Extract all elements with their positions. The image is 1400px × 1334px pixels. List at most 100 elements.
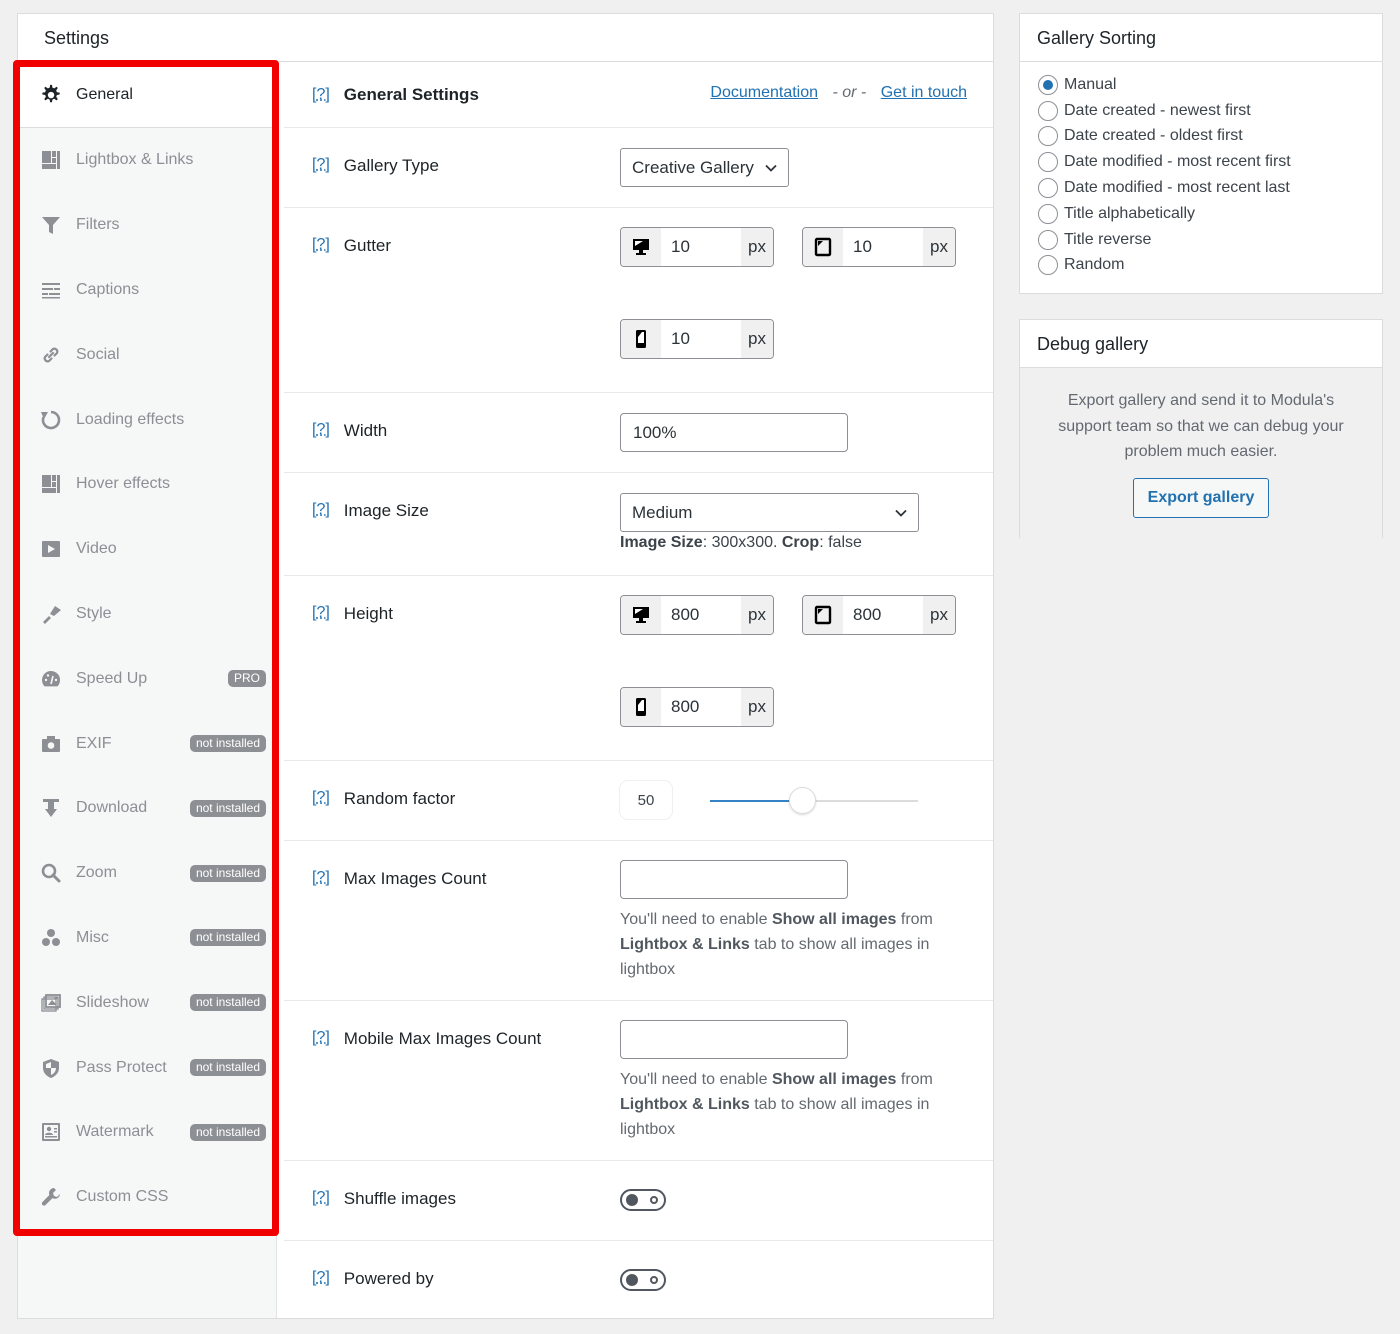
slideshow-icon — [38, 990, 64, 1016]
sort-option-label: Date modified - most recent first — [1064, 153, 1291, 171]
radio-button[interactable] — [1038, 229, 1058, 250]
sort-option[interactable]: Date modified - most recent first — [1020, 149, 1382, 175]
grid-icon — [38, 147, 64, 173]
sort-option[interactable]: Date created - oldest first — [1020, 124, 1382, 150]
px-unit: px — [923, 228, 955, 266]
sidebar-item-label: General — [76, 85, 133, 103]
help-link[interactable]: [?] — [312, 421, 330, 439]
help-link[interactable]: [?] — [312, 236, 330, 254]
gutter-tablet-value[interactable]: 10 — [843, 228, 923, 266]
gallery-type-select[interactable]: Creative Gallery — [620, 148, 789, 187]
not-installed-badge: not installed — [189, 1059, 266, 1077]
not-installed-badge: not installed — [189, 799, 266, 817]
desktop-icon — [633, 607, 649, 623]
not-installed-badge: not installed — [189, 864, 266, 882]
powered-by-toggle[interactable] — [620, 1269, 666, 1291]
random-factor-slider[interactable] — [710, 787, 918, 814]
documentation-link[interactable]: Documentation — [710, 84, 818, 101]
sort-option[interactable]: Date modified - most recent last — [1020, 175, 1382, 201]
help-link[interactable]: [?] — [312, 1029, 330, 1047]
gutter-row: [?] Gutter 10 px 10 px 10 px — [284, 208, 993, 393]
sidebar-item-captions[interactable]: Captions — [18, 258, 276, 323]
help-link[interactable]: [?] — [312, 501, 330, 519]
max-images-input[interactable] — [620, 860, 848, 899]
height-desktop-input[interactable]: 800 px — [620, 595, 774, 635]
height-tablet-value[interactable]: 800 — [843, 596, 923, 634]
sidebar-item-label: Hover effects — [76, 475, 170, 493]
help-link[interactable]: [?] — [312, 1269, 330, 1287]
sidebar-item-download[interactable]: Download not installed — [18, 776, 276, 841]
sort-option[interactable]: Random — [1020, 253, 1382, 279]
random-factor-value[interactable]: 50 — [620, 781, 672, 819]
sort-option[interactable]: Manual — [1020, 72, 1382, 98]
radio-button[interactable] — [1038, 178, 1058, 199]
powered-by-label: Powered by — [343, 1269, 434, 1288]
sidebar-item-label: Custom CSS — [76, 1188, 169, 1206]
slider-thumb[interactable] — [788, 787, 816, 814]
get-in-touch-link[interactable]: Get in touch — [881, 84, 967, 101]
height-desktop-value[interactable]: 800 — [661, 596, 741, 634]
px-unit: px — [741, 596, 773, 634]
gutter-desktop-input[interactable]: 10 px — [620, 227, 774, 267]
download-icon — [38, 795, 64, 821]
powered-by-row: [?] Powered by — [284, 1241, 993, 1321]
sort-option[interactable]: Date created - newest first — [1020, 98, 1382, 124]
height-tablet-input[interactable]: 800 px — [802, 595, 956, 635]
sidebar-item-slideshow[interactable]: Slideshow not installed — [18, 970, 276, 1035]
sidebar-item-hover-effects[interactable]: Hover effects — [18, 452, 276, 517]
sidebar-item-style[interactable]: Style — [18, 582, 276, 647]
radio-button[interactable] — [1038, 126, 1058, 147]
sidebar-item-social[interactable]: Social — [18, 322, 276, 387]
random-factor-row: [?] Random factor 50 — [284, 761, 993, 841]
sidebar-item-misc[interactable]: Misc not installed — [18, 906, 276, 971]
help-link[interactable]: [?] — [312, 86, 330, 104]
radio-button[interactable] — [1038, 100, 1058, 121]
sidebar-item-label: Misc — [76, 928, 109, 946]
sort-option-label: Manual — [1064, 75, 1117, 93]
gutter-mobile-value[interactable]: 10 — [661, 320, 741, 358]
sidebar-item-filters[interactable]: Filters — [18, 193, 276, 258]
sidebar-item-exif[interactable]: EXIF not installed — [18, 711, 276, 776]
sidebar-item-general[interactable]: General — [18, 62, 276, 128]
radio-button[interactable] — [1038, 255, 1058, 276]
px-unit: px — [923, 596, 955, 634]
sidebar-item-loading-effects[interactable]: Loading effects — [18, 387, 276, 452]
search-icon — [38, 860, 64, 886]
gutter-tablet-input[interactable]: 10 px — [802, 227, 956, 267]
mobile-icon — [636, 698, 646, 716]
help-link[interactable]: [?] — [312, 1189, 330, 1207]
settings-panel: Settings General Lightbox & Links Filters C… — [13, 13, 994, 1321]
sidebar-item-speed-up[interactable]: Speed Up PRO — [18, 646, 276, 711]
help-link[interactable]: [?] — [312, 789, 330, 807]
mobile-max-images-input[interactable] — [620, 1020, 848, 1059]
gutter-label: Gutter — [343, 236, 392, 255]
sort-option[interactable]: Title reverse — [1020, 227, 1382, 253]
sidebar-item-custom-css[interactable]: Custom CSS — [18, 1165, 276, 1230]
shield-icon — [38, 1055, 64, 1081]
height-mobile-input[interactable]: 800 px — [620, 687, 774, 727]
or-separator: - or - — [832, 84, 867, 101]
sidebar-item-video[interactable]: Video — [18, 517, 276, 582]
shuffle-toggle[interactable] — [620, 1189, 666, 1211]
export-gallery-button[interactable]: Export gallery — [1132, 477, 1270, 518]
gutter-desktop-value[interactable]: 10 — [661, 228, 741, 266]
sort-option[interactable]: Title alphabetically — [1020, 201, 1382, 227]
width-input[interactable]: 100% — [620, 413, 848, 452]
image-size-select[interactable]: Medium — [620, 493, 919, 532]
sidebar-item-watermark[interactable]: Watermark not installed — [18, 1100, 276, 1165]
radio-button[interactable] — [1038, 152, 1058, 173]
sidebar-item-lightbox-links[interactable]: Lightbox & Links — [18, 128, 276, 193]
image-size-value: Medium — [632, 502, 693, 522]
sort-option-label: Date modified - most recent last — [1064, 179, 1290, 197]
radio-button[interactable] — [1038, 203, 1058, 224]
height-mobile-value[interactable]: 800 — [661, 688, 741, 726]
help-link[interactable]: [?] — [312, 156, 330, 174]
help-link[interactable]: [?] — [312, 604, 330, 622]
gutter-mobile-input[interactable]: 10 px — [620, 319, 774, 359]
help-link[interactable]: [?] — [312, 869, 330, 887]
radio-button[interactable] — [1038, 74, 1058, 95]
sidebar-item-zoom[interactable]: Zoom not installed — [18, 841, 276, 906]
watermark-icon — [38, 1119, 64, 1145]
sidebar-item-pass-protect[interactable]: Pass Protect not installed — [18, 1035, 276, 1100]
gallery-type-row: [?] Gallery Type Creative Gallery — [284, 128, 993, 208]
